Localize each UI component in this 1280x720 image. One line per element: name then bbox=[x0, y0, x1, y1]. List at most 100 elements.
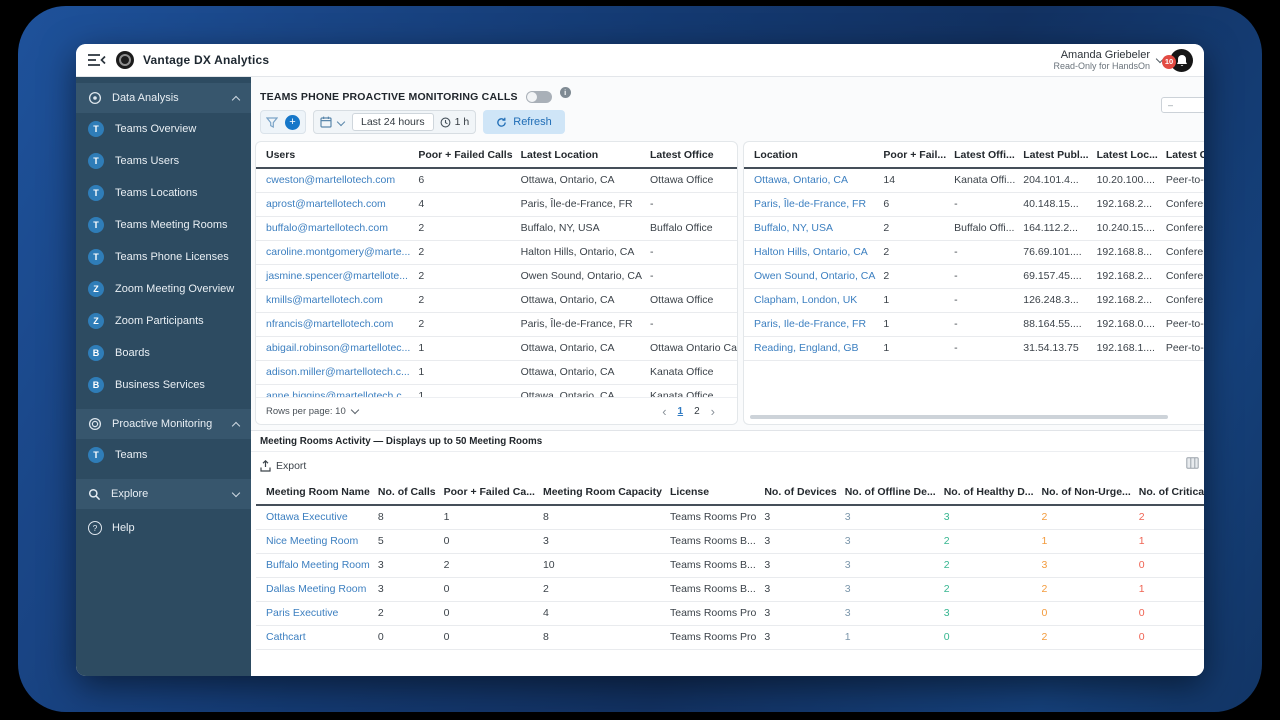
row-link[interactable]: Dallas Meeting Room bbox=[256, 577, 376, 602]
filter-icon[interactable] bbox=[266, 116, 278, 128]
user-role: Read-Only for HandsOn bbox=[1053, 61, 1150, 72]
row-link[interactable]: Paris Executive bbox=[256, 601, 376, 626]
chevron-down-icon[interactable] bbox=[336, 117, 346, 127]
corner-select[interactable]: – bbox=[1161, 97, 1204, 113]
horizontal-scrollbar[interactable] bbox=[750, 415, 1168, 419]
column-header[interactable]: No. of Non-Urge... bbox=[1039, 479, 1137, 506]
sidebar-collapse-icon[interactable] bbox=[87, 53, 107, 67]
column-header[interactable]: No. of Offline De... bbox=[842, 479, 942, 506]
rows-per-page-select[interactable]: Rows per page: 10 bbox=[266, 405, 359, 417]
table-cell: 2 bbox=[1039, 625, 1137, 650]
calendar-icon[interactable] bbox=[320, 116, 332, 128]
page-button-2[interactable]: 2 bbox=[694, 406, 700, 417]
row-link[interactable]: cweston@martellotech.com bbox=[256, 168, 417, 193]
column-header[interactable]: Latest Office bbox=[647, 142, 737, 169]
column-header[interactable]: Location bbox=[744, 142, 882, 169]
sidebar-item-proactive-teams[interactable]: T Teams bbox=[76, 439, 251, 471]
table-cell: 3 bbox=[941, 505, 1040, 530]
column-header[interactable]: No. of Healthy D... bbox=[941, 479, 1040, 506]
export-button[interactable]: Export bbox=[260, 459, 306, 472]
table-cell: Peer-to-peer bbox=[1163, 336, 1204, 361]
row-link[interactable]: Nice Meeting Room bbox=[256, 529, 376, 554]
column-header[interactable]: Meeting Room Name bbox=[256, 479, 376, 506]
table-cell: Teams Rooms Pro bbox=[667, 505, 763, 530]
table-row: Halton Hills, Ontario, CA 2-76.69.101....… bbox=[744, 240, 1204, 265]
row-link[interactable]: Halton Hills, Ontario, CA bbox=[744, 240, 882, 265]
page-button-1[interactable]: 1 bbox=[678, 406, 684, 417]
refresh-icon bbox=[497, 117, 507, 127]
row-link[interactable]: jasmine.spencer@martellote... bbox=[256, 264, 417, 289]
table-cell: 1 bbox=[416, 336, 519, 361]
column-header[interactable]: Meeting Room Capacity bbox=[540, 479, 668, 506]
column-header[interactable]: Latest Loc... bbox=[1094, 142, 1164, 169]
row-link[interactable]: buffalo@martellotech.com bbox=[256, 216, 417, 241]
monitoring-calls-toggle[interactable] bbox=[525, 91, 552, 103]
add-filter-button[interactable]: + bbox=[285, 114, 300, 130]
avatar[interactable]: 10 bbox=[1162, 48, 1193, 72]
row-link[interactable]: Clapham, London, UK bbox=[744, 288, 882, 313]
table-cell: Buffalo Offi... bbox=[952, 216, 1022, 241]
sidebar-section-explore[interactable]: Explore bbox=[76, 479, 251, 509]
prev-page-icon[interactable]: ‹ bbox=[662, 404, 666, 419]
row-link[interactable]: Ottawa, Ontario, CA bbox=[744, 168, 882, 193]
sidebar-item-boards[interactable]: B Boards bbox=[76, 337, 251, 369]
column-settings-icon[interactable] bbox=[1186, 457, 1199, 469]
table-cell: 2 bbox=[941, 529, 1040, 554]
table-cell: Owen Sound, Ontario, CA bbox=[518, 264, 648, 289]
sidebar-item-help[interactable]: ? Help bbox=[76, 513, 251, 543]
chevron-down-icon bbox=[350, 405, 359, 415]
column-header[interactable]: No. of Critical D... bbox=[1136, 479, 1204, 506]
column-header[interactable]: Poor + Failed Calls bbox=[416, 142, 519, 169]
row-link[interactable]: Owen Sound, Ontario, CA bbox=[744, 264, 882, 289]
sidebar-item-zoom-meeting-overview[interactable]: Z Zoom Meeting Overview bbox=[76, 273, 251, 305]
column-header[interactable]: Latest Publ... bbox=[1021, 142, 1095, 169]
row-link[interactable]: caroline.montgomery@marte... bbox=[256, 240, 417, 265]
sidebar-item-teams-phone-licenses[interactable]: T Teams Phone Licenses bbox=[76, 241, 251, 273]
column-header[interactable]: Poor + Failed Ca... bbox=[441, 479, 541, 506]
sidebar-section-data-analysis[interactable]: Data Analysis bbox=[76, 83, 251, 113]
interval-control[interactable]: 1 h bbox=[440, 116, 469, 128]
row-link[interactable]: Reading, England, GB bbox=[744, 336, 882, 361]
sidebar-item-teams-users[interactable]: T Teams Users bbox=[76, 145, 251, 177]
row-link[interactable]: Buffalo, NY, USA bbox=[744, 216, 882, 241]
sidebar-section-proactive-monitoring[interactable]: Proactive Monitoring bbox=[76, 409, 251, 439]
row-link[interactable]: adison.miller@martellotech.c... bbox=[256, 360, 417, 385]
column-header[interactable]: Users bbox=[256, 142, 417, 169]
table-cell: Kanata Office bbox=[647, 384, 737, 397]
sidebar-item-teams-overview[interactable]: T Teams Overview bbox=[76, 113, 251, 145]
row-link[interactable]: kmills@martellotech.com bbox=[256, 288, 417, 313]
row-link[interactable]: Paris, Île-de-France, FR bbox=[744, 192, 882, 217]
column-header[interactable]: Latest Offi... bbox=[952, 142, 1022, 169]
time-range-value[interactable]: Last 24 hours bbox=[352, 113, 434, 131]
row-link[interactable]: Cathcart bbox=[256, 625, 376, 650]
column-header[interactable]: Latest Location bbox=[518, 142, 648, 169]
row-link[interactable]: nfrancis@martellotech.com bbox=[256, 312, 417, 337]
table-cell: 1 bbox=[842, 625, 942, 650]
column-header[interactable]: No. of Calls bbox=[375, 479, 442, 506]
row-link[interactable]: anne.higgins@martellotech.c... bbox=[256, 384, 417, 397]
column-header[interactable]: Latest Call ... bbox=[1163, 142, 1204, 169]
row-link[interactable]: aprost@martellotech.com bbox=[256, 192, 417, 217]
table-cell: 2 bbox=[416, 288, 519, 313]
column-header[interactable]: Poor + Fail... bbox=[881, 142, 953, 169]
column-header[interactable]: License bbox=[667, 479, 763, 506]
sidebar-item-teams-locations[interactable]: T Teams Locations bbox=[76, 177, 251, 209]
notification-badge: 10 bbox=[1162, 54, 1176, 69]
sidebar-item-zoom-participants[interactable]: Z Zoom Participants bbox=[76, 305, 251, 337]
row-link[interactable]: abigail.robinson@martellotec... bbox=[256, 336, 417, 361]
sidebar-item-teams-meeting-rooms[interactable]: T Teams Meeting Rooms bbox=[76, 209, 251, 241]
info-icon[interactable]: i bbox=[559, 86, 571, 98]
column-header[interactable]: No. of Devices bbox=[762, 479, 843, 506]
item-label: Teams bbox=[115, 449, 148, 461]
item-label: Teams Meeting Rooms bbox=[115, 219, 228, 231]
sidebar-item-business-services[interactable]: B Business Services bbox=[76, 369, 251, 401]
user-menu[interactable]: Amanda Griebeler Read-Only for HandsOn 1… bbox=[1053, 48, 1193, 72]
table-cell: - bbox=[952, 192, 1022, 217]
table-cell: - bbox=[647, 264, 737, 289]
next-page-icon[interactable]: › bbox=[711, 404, 715, 419]
refresh-button[interactable]: Refresh bbox=[483, 110, 565, 134]
row-link[interactable]: Paris, Ile-de-France, FR bbox=[744, 312, 882, 337]
row-link[interactable]: Buffalo Meeting Room bbox=[256, 553, 376, 578]
row-link[interactable]: Ottawa Executive bbox=[256, 505, 376, 530]
table-cell: 31.54.13.75 bbox=[1021, 336, 1095, 361]
